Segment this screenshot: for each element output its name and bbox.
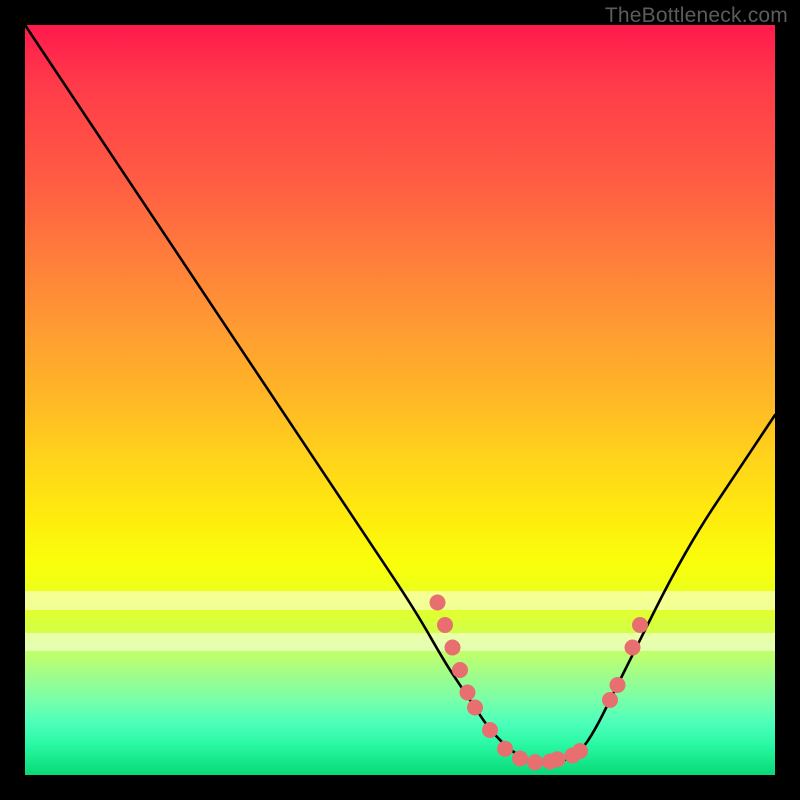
scatter-dot xyxy=(550,751,566,767)
scatter-dot xyxy=(602,692,618,708)
scatter-dot xyxy=(610,677,626,693)
scatter-dots xyxy=(430,595,649,771)
scatter-dot xyxy=(572,743,588,759)
scatter-dot xyxy=(460,685,476,701)
scatter-dot xyxy=(482,722,498,738)
scatter-dot xyxy=(512,751,528,767)
scatter-dot xyxy=(437,617,453,633)
scatter-dot xyxy=(467,700,483,716)
scatter-dot xyxy=(445,640,461,656)
scatter-dot xyxy=(527,754,543,770)
scatter-dot xyxy=(632,617,648,633)
scatter-dot xyxy=(497,741,513,757)
scatter-dot xyxy=(625,640,641,656)
bottleneck-curve xyxy=(25,25,775,764)
watermark-text: TheBottleneck.com xyxy=(605,4,788,28)
chart-svg xyxy=(25,25,775,775)
scatter-dot xyxy=(430,595,446,611)
outer-frame: TheBottleneck.com xyxy=(0,0,800,800)
scatter-dot xyxy=(452,662,468,678)
